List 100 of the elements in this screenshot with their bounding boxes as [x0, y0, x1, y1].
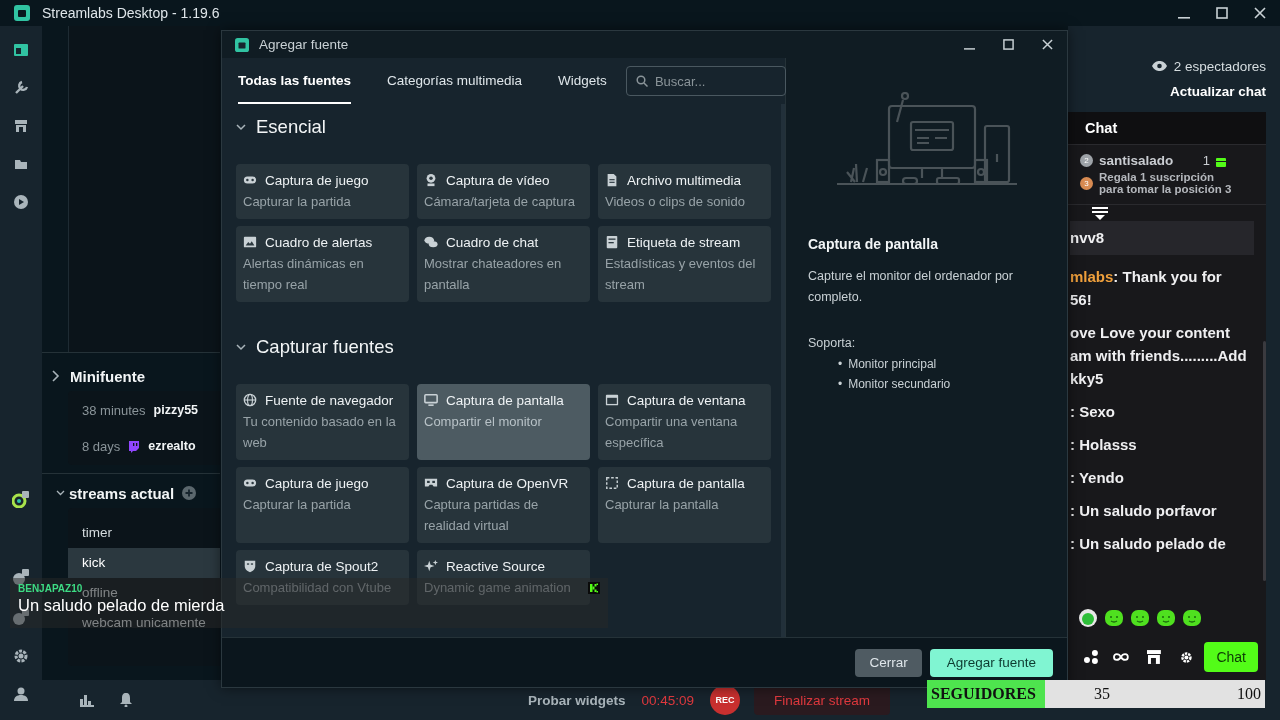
chat-message: : Yendo: [1070, 468, 1125, 488]
rank-badge: 2: [1080, 154, 1093, 167]
source-card[interactable]: Captura de juego Capturar la partida: [236, 164, 409, 219]
source-card[interactable]: Cuadro de alertas Alertas dinámicas en tiempo real: [236, 226, 409, 302]
app-icon[interactable]: [12, 568, 30, 586]
alert-message: Un saludo pelado de mierda: [18, 598, 225, 612]
headset-icon: [424, 476, 438, 490]
bullet: •: [838, 356, 843, 373]
play-icon[interactable]: [13, 194, 29, 210]
source-card[interactable]: Archivo multimedia Videos o clips de sonido: [598, 164, 771, 219]
bar-chart-icon[interactable]: [80, 693, 94, 707]
source-description: Compatibilidad con Vtube: [243, 579, 393, 597]
section-title: Esencial: [256, 116, 326, 138]
source-card[interactable]: Cuadro de chat Mostrar chateadores en pantalla: [417, 226, 590, 302]
chat-bubble-icon: [128, 439, 141, 453]
source-card[interactable]: Captura de pantalla Capturar la pantalla: [598, 467, 771, 543]
app-icon[interactable]: [12, 490, 30, 508]
app-logo-icon: [14, 5, 30, 21]
search-field[interactable]: Buscar...: [625, 66, 786, 96]
refresh-chat-link[interactable]: Actualizar chat: [1169, 84, 1266, 99]
user-name[interactable]: pizzy55: [153, 403, 199, 417]
close-button[interactable]: Cerrar: [855, 648, 922, 677]
detail-title: Captura de pantalla: [808, 236, 939, 252]
goal-current: 35: [1094, 685, 1110, 703]
source-card[interactable]: Captura de ventana Compartir una ventana específica: [598, 384, 771, 460]
source-card[interactable]: Captura de vídeo Cámara/tarjeta de captura: [417, 164, 590, 219]
source-card[interactable]: Etiqueta de stream Estadísticas y eventos del stream: [598, 226, 771, 302]
infinity-icon[interactable]: [1111, 652, 1130, 662]
source-title: Captura de OpenVR: [446, 475, 569, 491]
wrench-icon[interactable]: [13, 80, 29, 96]
supports-label: Soporta:: [808, 336, 857, 350]
source-card[interactable]: Captura de juego Capturar la partida: [236, 467, 409, 543]
source-title: Cuadro de chat: [446, 234, 539, 250]
collapse-icon[interactable]: [1092, 207, 1108, 221]
dashed-square-icon: [605, 476, 619, 490]
maximize-icon[interactable]: [1003, 39, 1014, 50]
chevron-down-icon[interactable]: [56, 490, 65, 496]
stream-timer: 00:45:09: [641, 692, 694, 708]
source-description: Mostrar chateadores en pantalla: [424, 255, 563, 294]
window-icon[interactable]: [13, 42, 29, 58]
chat-message: mlabs: Thank you for 56!: [1070, 267, 1223, 310]
monitor-icon: [424, 393, 438, 407]
source-description: Compartir el monitor: [424, 413, 543, 431]
source-description: Compartir una ventana específica: [605, 413, 739, 452]
source-card[interactable]: Fuente de navegador Tu contenido basado en la web: [236, 384, 409, 460]
dialog-title: Agregar fuente: [259, 37, 349, 52]
scene-item[interactable]: timer: [68, 526, 220, 540]
source-title: Captura de Spout2: [265, 558, 379, 574]
bell-icon[interactable]: [120, 693, 132, 707]
emote-icon: [1078, 608, 1098, 628]
source-card[interactable]: Captura de OpenVR Captura partidas de realidad virtual: [417, 467, 590, 543]
panel-title: streams actual: [69, 484, 175, 502]
source-card[interactable]: Captura de pantalla Compartir el monitor: [417, 384, 590, 460]
chat-message: : Un saludo pelado de: [1070, 534, 1227, 554]
eye-icon: [1151, 61, 1167, 71]
tab[interactable]: Todas las fuentes: [238, 58, 352, 104]
kick-logo-icon: [588, 582, 600, 594]
time-text: 8 days: [82, 438, 121, 454]
settings-icon[interactable]: [13, 648, 29, 664]
store-icon[interactable]: [1145, 649, 1162, 665]
source-card[interactable]: Captura de Spout2 Compatibilidad con Vtube: [236, 550, 409, 605]
user-name: santisalado: [1099, 153, 1174, 168]
source-title: Captura de juego: [265, 475, 369, 491]
close-icon[interactable]: [1254, 7, 1266, 19]
scene-item[interactable]: webcam unicamente: [68, 616, 220, 630]
source-description: Capturar la partida: [243, 496, 352, 514]
chevron-right-icon[interactable]: [52, 370, 60, 382]
time-text: 38 minutes: [82, 402, 146, 418]
maximize-icon[interactable]: [1216, 7, 1228, 19]
goal-target: 100: [1237, 685, 1261, 703]
add-icon[interactable]: [182, 486, 197, 500]
source-title: Archivo multimedia: [627, 172, 742, 188]
dots-icon[interactable]: [1084, 650, 1100, 664]
chevron-down-icon[interactable]: [236, 123, 246, 131]
chevron-down-icon[interactable]: [236, 343, 246, 351]
chat-bubbles-icon: [424, 235, 438, 249]
test-widgets-button[interactable]: Probar widgets: [527, 692, 626, 708]
tab[interactable]: Widgets: [558, 58, 607, 104]
panel-title: Minifuente: [70, 367, 145, 385]
emote-icon: [1182, 608, 1202, 628]
source-title: Captura de pantalla: [627, 475, 745, 491]
add-source-button[interactable]: Agregar fuente: [929, 648, 1053, 677]
tab[interactable]: Categorías multimedia: [387, 58, 523, 104]
chat-button[interactable]: Chat: [1204, 642, 1258, 672]
user-name[interactable]: ezrealto: [148, 439, 196, 453]
store-icon[interactable]: [13, 118, 29, 134]
viewer-count: 2 espectadores: [1173, 58, 1266, 74]
user-icon[interactable]: [13, 686, 29, 702]
source-title: Captura de vídeo: [446, 172, 550, 188]
close-icon[interactable]: [1042, 39, 1053, 50]
source-description: Dynamic game animation: [424, 579, 572, 597]
source-title: Fuente de navegador: [265, 392, 394, 408]
file-icon: [605, 173, 619, 187]
source-description: Cámara/tarjeta de captura: [424, 193, 577, 211]
source-description: Videos o clips de sonido: [605, 193, 746, 211]
source-card[interactable]: Reactive Source Dynamic game animation: [417, 550, 590, 605]
tag-icon: [605, 235, 619, 249]
mask-icon: [243, 559, 257, 573]
source-description: Tu contenido basado en la web: [243, 413, 397, 452]
source-title: Captura de ventana: [627, 392, 746, 408]
